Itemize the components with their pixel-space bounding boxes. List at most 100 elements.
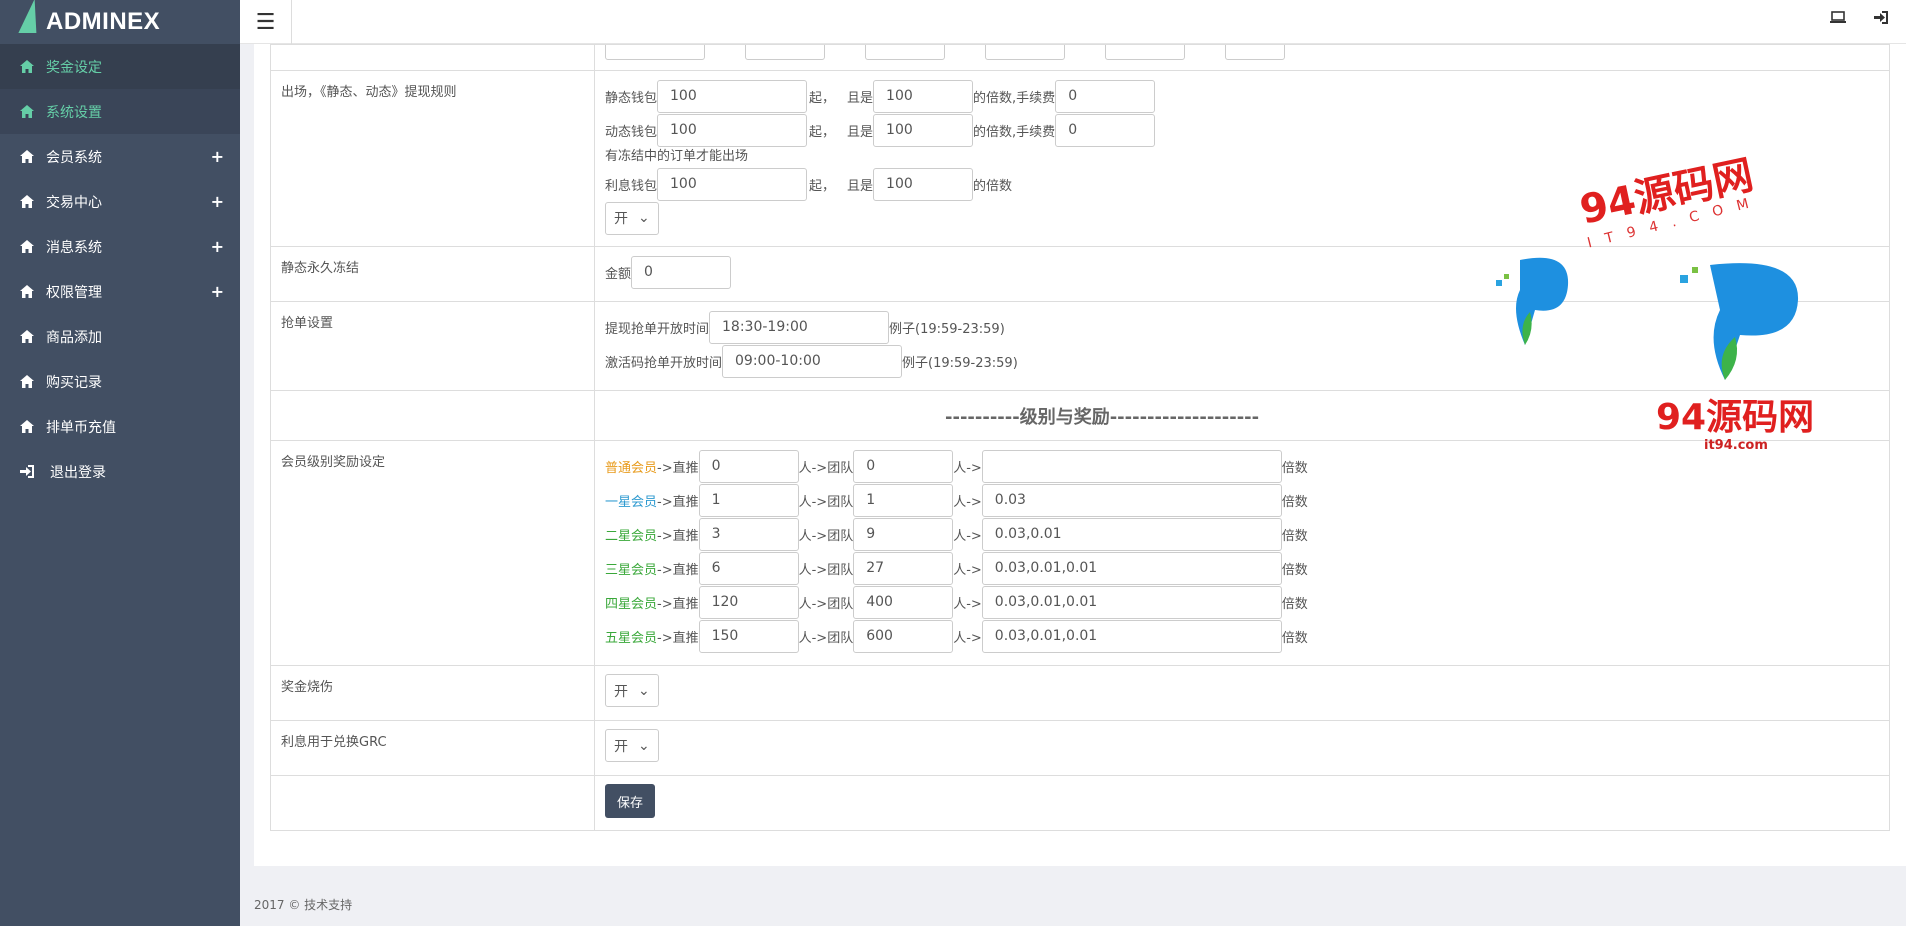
sidebar-item-system[interactable]: 系统设置 xyxy=(0,89,240,134)
direct-input[interactable]: 6 xyxy=(698,551,799,585)
rate-input[interactable]: 0.03,0.01 xyxy=(981,517,1282,551)
home-icon xyxy=(20,60,34,74)
static-min-input[interactable]: 100 xyxy=(657,79,808,113)
grc-label: 利息用于兑换GRC xyxy=(270,720,595,776)
home-icon xyxy=(20,195,34,209)
level-row: 一星会员 ->直推 1 人->团队 1 人-> 0.03 倍数 xyxy=(605,483,1879,517)
interest-min-input[interactable]: 100 xyxy=(657,167,808,201)
rate-input[interactable] xyxy=(981,449,1282,483)
level-name: 四星会员 xyxy=(605,596,658,612)
expand-icon[interactable]: + xyxy=(211,147,224,166)
rate-input[interactable]: 0.03,0.01,0.01 xyxy=(981,551,1282,585)
dynamic-wallet-row: 动态钱包 100 起， 且是 100 的倍数,手续费 0 xyxy=(605,113,1879,147)
home-icon xyxy=(20,375,34,389)
save-button[interactable]: 保存 xyxy=(605,784,656,818)
chevron-down-icon: ⌄ xyxy=(638,737,650,754)
withdraw-time-input[interactable]: 18:30-19:00 xyxy=(709,310,890,344)
watermark-sub: it94.com xyxy=(1704,438,1768,453)
sign-out-icon xyxy=(20,465,34,479)
rate-input[interactable]: 0.03,0.01,0.01 xyxy=(981,619,1282,653)
brand-logo[interactable]: ADMINEX xyxy=(0,0,240,44)
direct-input[interactable]: 1 xyxy=(698,483,799,517)
sidebar-item-label: 商品添加 xyxy=(46,329,102,346)
sidebar-item-label: 消息系统 xyxy=(46,239,102,256)
sidebar-item-label: 退出登录 xyxy=(50,464,106,481)
static-mult-input[interactable]: 100 xyxy=(873,79,974,113)
home-icon xyxy=(20,240,34,254)
activate-time-input[interactable]: 09:00-10:00 xyxy=(722,344,903,378)
top-header: ☰ xyxy=(240,0,1906,44)
team-input[interactable]: 1 xyxy=(853,483,954,517)
dynamic-mult-input[interactable]: 100 xyxy=(873,113,974,147)
partial-input[interactable] xyxy=(745,45,825,60)
form-row-partial xyxy=(270,44,1890,71)
menu-toggle-icon[interactable]: ☰ xyxy=(240,0,292,44)
chevron-down-icon: ⌄ xyxy=(638,682,650,699)
partial-input[interactable] xyxy=(985,45,1065,60)
form-row-save: 保存 xyxy=(270,775,1890,831)
section-title: ----------级别与奖励-------------------- xyxy=(945,406,1260,428)
sidebar-item-messages[interactable]: 消息系统 + xyxy=(0,224,240,269)
expand-icon[interactable]: + xyxy=(211,282,224,301)
level-row: 四星会员 ->直推 120 人->团队 400 人-> 0.03,0.01,0.01 倍数 xyxy=(605,585,1879,619)
sidebar-item-add-product[interactable]: 商品添加 xyxy=(0,314,240,359)
settings-form: 出场，《静态、动态》提现规则 静态钱包 100 起， 且是 100 的倍数,手续… xyxy=(270,44,1890,831)
burn-select[interactable]: 开 ⌄ xyxy=(605,674,659,707)
dynamic-min-input[interactable]: 100 xyxy=(657,113,808,147)
partial-input[interactable] xyxy=(605,45,705,60)
level-row: 二星会员 ->直推 3 人->团队 9 人-> 0.03,0.01 倍数 xyxy=(605,517,1879,551)
withdraw-switch-select[interactable]: 开 ⌄ xyxy=(605,201,659,235)
team-input[interactable]: 9 xyxy=(853,517,954,551)
sidebar-item-permissions[interactable]: 权限管理 + xyxy=(0,269,240,314)
sign-out-icon[interactable] xyxy=(1874,11,1888,28)
static-fee-input[interactable]: 0 xyxy=(1055,79,1156,113)
static-wallet-row: 静态钱包 100 起， 且是 100 的倍数,手续费 0 xyxy=(605,79,1879,113)
home-icon xyxy=(20,330,34,344)
footer: 2017 © 技术支持 xyxy=(254,898,353,912)
freeze-amount-input[interactable]: 0 xyxy=(631,255,732,289)
team-input[interactable]: 0 xyxy=(853,449,954,483)
team-input[interactable]: 400 xyxy=(853,585,954,619)
rate-input[interactable]: 0.03 xyxy=(981,483,1282,517)
partial-input[interactable] xyxy=(865,45,945,60)
withdraw-label: 出场，《静态、动态》提现规则 xyxy=(270,70,595,247)
brand-name: ADMINEX xyxy=(46,8,161,35)
interest-mult-input[interactable]: 100 xyxy=(873,167,974,201)
expand-icon[interactable]: + xyxy=(211,192,224,211)
sidebar-item-purchases[interactable]: 购买记录 xyxy=(0,359,240,404)
home-icon xyxy=(20,150,34,164)
team-input[interactable]: 600 xyxy=(853,619,954,653)
direct-input[interactable]: 150 xyxy=(698,619,799,653)
level-name: 五星会员 xyxy=(605,630,658,646)
form-row-grc: 利息用于兑换GRC 开 ⌄ xyxy=(270,720,1890,776)
team-input[interactable]: 27 xyxy=(853,551,954,585)
sidebar-item-label: 购买记录 xyxy=(46,374,102,391)
sidebar-item-label: 权限管理 xyxy=(46,284,102,301)
chevron-down-icon: ⌄ xyxy=(638,210,650,226)
partial-select[interactable] xyxy=(1225,45,1285,60)
form-row-grab: 抢单设置 提现抢单开放时间 18:30-19:00 例子(19:59-23:59… xyxy=(270,301,1890,391)
form-row-burn: 奖金烧伤 开 ⌄ xyxy=(270,665,1890,721)
sidebar-item-label: 交易中心 xyxy=(46,194,102,211)
home-icon xyxy=(20,285,34,299)
levels-label: 会员级别奖励设定 xyxy=(270,440,595,666)
sidebar-item-members[interactable]: 会员系统 + xyxy=(0,134,240,179)
grc-select[interactable]: 开 ⌄ xyxy=(605,729,659,762)
direct-input[interactable]: 120 xyxy=(698,585,799,619)
watermark-logo-icon xyxy=(1680,263,1799,380)
level-name: 普通会员 xyxy=(605,460,658,476)
partial-input[interactable] xyxy=(1105,45,1185,60)
sidebar-item-label: 系统设置 xyxy=(46,104,102,121)
rate-input[interactable]: 0.03,0.01,0.01 xyxy=(981,585,1282,619)
direct-input[interactable]: 3 xyxy=(698,517,799,551)
laptop-icon[interactable] xyxy=(1830,11,1846,28)
sidebar-item-bonus[interactable]: 奖金设定 xyxy=(0,44,240,89)
form-row-freeze: 静态永久冻结 金额 0 xyxy=(270,246,1890,302)
sidebar-item-trade[interactable]: 交易中心 + xyxy=(0,179,240,224)
direct-input[interactable]: 0 xyxy=(698,449,799,483)
sidebar-item-recharge[interactable]: 排单币充值 xyxy=(0,404,240,449)
expand-icon[interactable]: + xyxy=(211,237,224,256)
form-row-levels: 会员级别奖励设定 普通会员 ->直推 0 人->团队 0 人-> 倍数 一星会员 ->直推 1 人-… xyxy=(270,440,1890,666)
dynamic-fee-input[interactable]: 0 xyxy=(1055,113,1156,147)
sidebar-item-logout[interactable]: 退出登录 xyxy=(0,449,240,494)
